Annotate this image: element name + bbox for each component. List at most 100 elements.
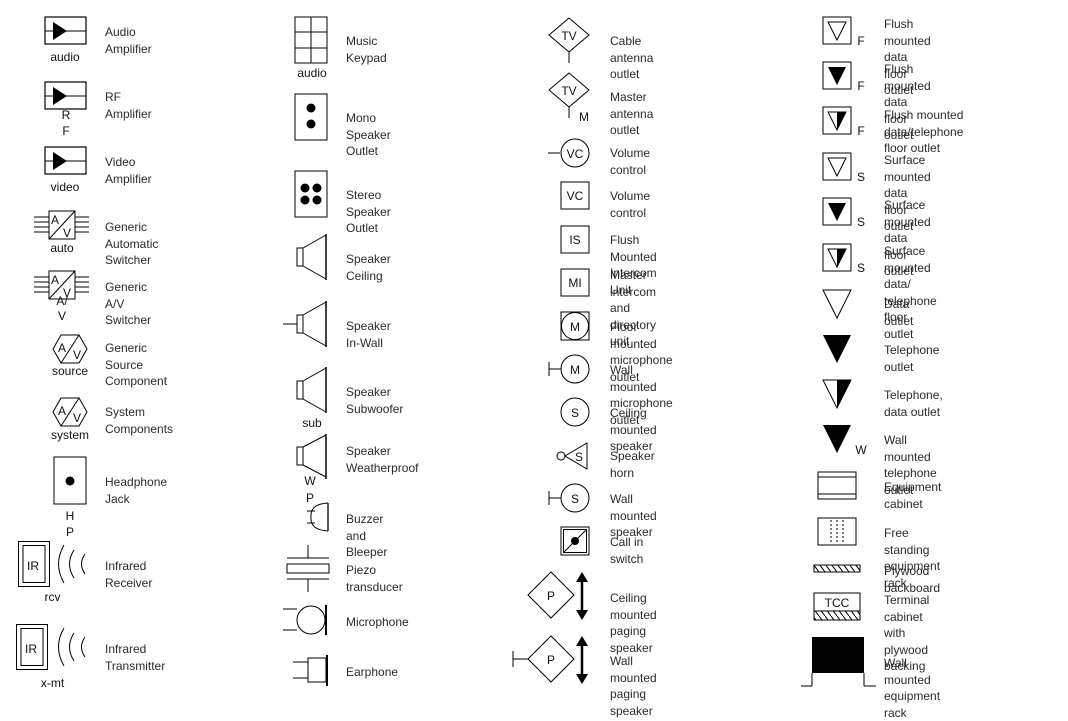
legend-label: Equipment cabinet bbox=[884, 480, 942, 511]
symbol-subscript: source bbox=[51, 364, 89, 378]
source-component-icon: A V bbox=[52, 334, 88, 364]
symbol-subscript: F bbox=[857, 79, 865, 93]
ceiling-paging-speaker-icon: P bbox=[527, 571, 588, 620]
ceiling-speaker-icon: S bbox=[560, 397, 590, 427]
svg-text:A: A bbox=[51, 273, 59, 287]
svg-text:TV: TV bbox=[561, 29, 576, 43]
flush-data-floor-outlet-icon bbox=[822, 16, 852, 45]
symbol-subscript: system bbox=[50, 428, 89, 442]
stereo-speaker-outlet-icon bbox=[294, 170, 328, 218]
legend-label: Piezo transducer bbox=[346, 563, 403, 594]
svg-text:V: V bbox=[73, 411, 81, 425]
legend-label: Video Amplifier bbox=[105, 155, 152, 186]
svg-text:S: S bbox=[571, 406, 579, 420]
svg-text:VC: VC bbox=[567, 189, 584, 203]
legend-label: Master antenna outlet bbox=[610, 90, 654, 137]
legend-label: Music Keypad bbox=[346, 34, 387, 65]
legend-label: Volume control bbox=[610, 189, 651, 220]
legend-label: Call in switch bbox=[610, 535, 644, 566]
svg-text:MI: MI bbox=[568, 276, 581, 290]
svg-text:A: A bbox=[51, 213, 59, 227]
svg-text:IR: IR bbox=[27, 559, 39, 573]
svg-text:P: P bbox=[547, 653, 555, 667]
svg-text:A: A bbox=[58, 404, 66, 418]
symbol-subscript: auto bbox=[50, 241, 74, 255]
cable-antenna-outlet-icon: TV bbox=[548, 17, 590, 63]
automatic-switcher-icon: A V bbox=[34, 210, 89, 240]
piezo-transducer-icon bbox=[286, 545, 330, 592]
headphone-jack-icon bbox=[53, 456, 87, 505]
surface-data-telephone-floor-outlet-icon bbox=[822, 243, 852, 272]
wall-equipment-rack-icon bbox=[801, 637, 876, 687]
legend-label: Speaker horn bbox=[610, 449, 655, 480]
legend-label: Telephone, data outlet bbox=[884, 388, 943, 419]
free-standing-rack-icon bbox=[817, 517, 857, 546]
wall-paging-speaker-icon: P bbox=[512, 635, 588, 684]
svg-text:S: S bbox=[571, 492, 579, 506]
svg-text:M: M bbox=[570, 320, 580, 334]
master-intercom-icon: MI bbox=[560, 268, 590, 297]
symbol-subscript: M bbox=[579, 110, 589, 124]
legend-label: Wall mounted equipment rack bbox=[884, 656, 941, 720]
symbol-subscript: R F bbox=[61, 108, 71, 138]
system-components-icon: A V bbox=[52, 397, 88, 427]
symbol-subscript: S bbox=[856, 261, 865, 275]
svg-text:P: P bbox=[547, 589, 555, 603]
call-in-switch-icon bbox=[560, 526, 590, 556]
flush-data-floor-outlet-filled-icon bbox=[822, 61, 852, 90]
infrared-transmitter-icon: IR bbox=[16, 624, 86, 670]
legend-label: Infrared Receiver bbox=[105, 559, 153, 590]
svg-text:TV: TV bbox=[561, 84, 576, 98]
audio-amplifier-icon bbox=[44, 16, 87, 45]
legend-label: Audio Amplifier bbox=[105, 25, 152, 56]
legend-label: Flush mounted data/telephone floor outle… bbox=[884, 108, 964, 155]
symbol-subscript: H P bbox=[65, 509, 75, 539]
symbol-subscript: audio bbox=[297, 66, 327, 80]
svg-text:M: M bbox=[570, 363, 580, 377]
speaker-horn-icon: S bbox=[556, 442, 588, 470]
rf-amplifier-icon bbox=[44, 81, 87, 110]
volume-control-square-icon: VC bbox=[560, 181, 590, 210]
svg-text:IR: IR bbox=[25, 642, 37, 656]
flush-data-telephone-floor-outlet-icon bbox=[822, 106, 852, 135]
svg-text:S: S bbox=[575, 450, 583, 464]
legend-label: Generic A/V Switcher bbox=[105, 280, 152, 327]
symbol-subscript: S bbox=[856, 170, 865, 184]
legend-label: RF Amplifier bbox=[105, 90, 152, 121]
terminal-cabinet-icon: TCC bbox=[813, 592, 861, 621]
surface-data-floor-outlet-icon bbox=[822, 152, 852, 181]
legend-label: Buzzer and Bleeper bbox=[346, 512, 388, 559]
volume-control-round-icon: VC bbox=[548, 138, 590, 168]
equipment-cabinet-icon bbox=[817, 471, 857, 500]
legend-label: Speaker In-Wall bbox=[346, 319, 391, 350]
surface-data-floor-outlet-filled-icon bbox=[822, 197, 852, 226]
legend-label: Mono Speaker Outlet bbox=[346, 111, 391, 158]
music-keypad-icon bbox=[294, 16, 328, 64]
svg-text:A: A bbox=[58, 341, 66, 355]
symbol-subscript: rcv bbox=[44, 590, 61, 604]
wall-microphone-outlet-icon: M bbox=[548, 354, 590, 384]
legend-label: Cable antenna outlet bbox=[610, 34, 654, 81]
symbol-subscript: audio bbox=[50, 50, 80, 64]
symbol-subscript: F bbox=[857, 34, 865, 48]
wall-speaker-icon: S bbox=[548, 483, 590, 513]
mono-speaker-outlet-icon bbox=[294, 93, 328, 141]
legend-label: Speaker Subwoofer bbox=[346, 385, 404, 416]
svg-text:V: V bbox=[63, 226, 71, 240]
legend-label: System Components bbox=[105, 405, 174, 436]
speaker-ceiling-icon bbox=[296, 234, 327, 280]
infrared-receiver-icon: IR bbox=[18, 541, 86, 587]
legend-label: Earphone bbox=[346, 665, 399, 679]
svg-text:IS: IS bbox=[569, 233, 580, 247]
legend-label: Volume control bbox=[610, 146, 651, 177]
symbol-subscript: W bbox=[855, 443, 867, 457]
telephone-data-outlet-icon bbox=[822, 379, 852, 410]
legend-label: Speaker Weatherproof bbox=[346, 444, 419, 475]
microphone-icon bbox=[283, 605, 327, 635]
svg-text:VC: VC bbox=[567, 147, 584, 161]
wall-telephone-outlet-icon bbox=[823, 425, 851, 453]
symbol-subscript: video bbox=[50, 180, 80, 194]
legend-label: Stereo Speaker Outlet bbox=[346, 188, 391, 235]
svg-text:V: V bbox=[73, 348, 81, 362]
legend-label: Infrared Transmitter bbox=[105, 642, 166, 673]
